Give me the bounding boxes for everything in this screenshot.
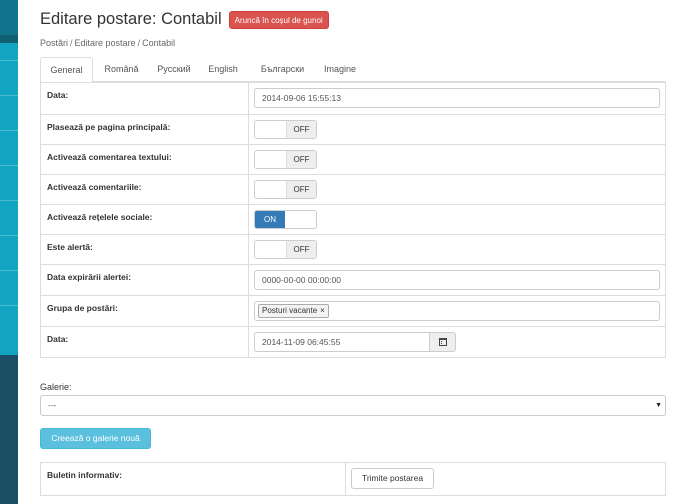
field-cell: 2014-11-09 06:45:55 [248,326,666,358]
newsletter-label: Buletin informativ: [40,462,346,496]
sidebar-divider [0,60,18,61]
date-picker: 2014-11-09 06:45:55 [254,332,456,352]
tab-image[interactable]: Imagine [319,57,361,82]
sidebar-divider [0,200,18,201]
toggle-state: OFF [285,181,316,198]
form-row: Activează rețelele sociale: ON [40,204,666,235]
tag-label: Posturi vacante [262,306,318,315]
form-row: Buletin informativ: Trimite postarea [40,462,666,496]
newsletter-table: Buletin informativ: Trimite postarea [40,462,666,496]
field-cell: ON [248,204,666,235]
field-label: Este alertă: [40,234,249,265]
sidebar-divider [0,130,18,131]
sidebar-menu [0,43,18,355]
field-cell: Trimite postarea [345,462,666,496]
form-row: Grupa de postări: Posturi vacante × [40,295,666,327]
sidebar-divider [0,95,18,96]
breadcrumb-edit[interactable]: Editare postare [75,38,136,48]
field-label: Activează comentarea textului: [40,144,249,175]
sidebar-divider [0,270,18,271]
calendar-icon [439,338,447,346]
field-label: Plasează pe pagina principală: [40,114,249,145]
form-row: Data: 2014-09-06 15:55:13 [40,82,666,115]
toggle-state: OFF [285,151,316,168]
field-cell: OFF [248,114,666,145]
form-row: Plasează pe pagina principală: OFF [40,114,666,145]
field-label: Data: [40,326,249,358]
toggle-knob [255,181,286,198]
send-post-button[interactable]: Trimite postarea [351,468,434,489]
breadcrumb-current: Contabil [142,38,176,48]
sidebar-band [0,35,18,43]
toggle-state: OFF [285,121,316,138]
tab-bulgarian[interactable]: Български [248,57,317,82]
field-label: Data expirării alertei: [40,264,249,296]
toggle-knob [255,241,286,258]
caret-down-icon: ▼ [655,402,662,409]
gallery-label: Galerie: [40,382,72,392]
tab-general[interactable]: General [40,57,93,83]
sidebar-divider [0,305,18,306]
tag-remove-icon[interactable]: × [320,306,325,315]
toggle-state: OFF [285,241,316,258]
comments-toggle[interactable]: OFF [254,180,317,199]
breadcrumb: Postări / Editare postare / Contabil [40,38,175,48]
language-tabs: General Română Русский English Български… [40,57,666,83]
field-label: Data: [40,82,249,115]
title-row: Editare postare: Contabil Aruncă în coșu… [40,10,329,29]
tab-english[interactable]: English [200,57,246,82]
text-comment-toggle[interactable]: OFF [254,150,317,169]
gallery-selected-value: --- [48,400,57,410]
form-row: Data expirării alertei: 0000-00-00 00:00… [40,264,666,296]
field-label: Activează rețelele sociale: [40,204,249,235]
toggle-state: ON [255,211,286,228]
breadcrumb-posts[interactable]: Postări [40,38,68,48]
form-row: Este alertă: OFF [40,234,666,265]
toggle-knob [255,121,286,138]
field-label: Activează comentariile: [40,174,249,205]
sidebar [0,0,18,504]
form-row: Data: 2014-11-09 06:45:55 [40,326,666,358]
page-title: Editare postare: Contabil [40,10,222,28]
tab-romana[interactable]: Română [95,57,148,82]
calendar-button[interactable] [430,332,456,352]
gallery-select[interactable]: --- ▼ [40,395,666,416]
alert-toggle[interactable]: OFF [254,240,317,259]
field-cell: 0000-00-00 00:00:00 [248,264,666,296]
form-row: Activează comentariile: OFF [40,174,666,205]
homepage-toggle[interactable]: OFF [254,120,317,139]
sidebar-top [0,0,18,35]
social-networks-toggle[interactable]: ON [254,210,317,229]
sidebar-divider [0,235,18,236]
new-gallery-button[interactable]: Creează o galerie nouă [40,428,151,449]
tag-chip: Posturi vacante × [258,304,329,318]
field-cell: OFF [248,144,666,175]
form-row: Activează comentarea textului: OFF [40,144,666,175]
field-cell: OFF [248,174,666,205]
date-input[interactable]: 2014-09-06 15:55:13 [254,88,660,108]
field-cell: 2014-09-06 15:55:13 [248,82,666,115]
tab-russian[interactable]: Русский [150,57,198,82]
trash-button[interactable]: Aruncă în coșul de gunoi [228,10,329,29]
field-cell: Posturi vacante × [248,295,666,327]
field-cell: OFF [248,234,666,265]
sidebar-divider [0,165,18,166]
date-picker-input[interactable]: 2014-11-09 06:45:55 [254,332,430,352]
toggle-knob [255,151,286,168]
toggle-knob [285,211,316,228]
general-form: Data: 2014-09-06 15:55:13 Plasează pe pa… [40,82,666,358]
sidebar-bottom [0,355,18,504]
post-group-tags-input[interactable]: Posturi vacante × [254,301,660,321]
alert-expiry-input[interactable]: 0000-00-00 00:00:00 [254,270,660,290]
field-label: Grupa de postări: [40,295,249,327]
